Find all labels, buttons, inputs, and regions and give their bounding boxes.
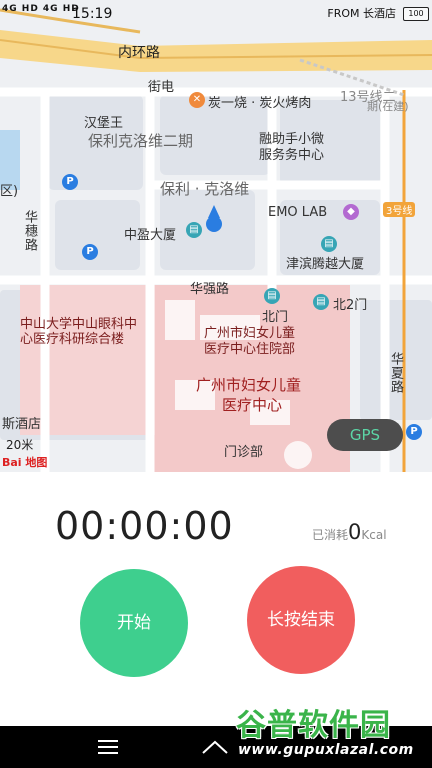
building-icon: ▤ bbox=[186, 222, 202, 238]
restaurant-icon: ✕ bbox=[189, 92, 205, 108]
building-icon: ▤ bbox=[321, 236, 337, 252]
map-label: 医疗中心住院部 bbox=[204, 342, 296, 357]
calorie-label: 已消耗 bbox=[312, 528, 349, 542]
map-label: 心医疗科研综合楼 bbox=[20, 332, 125, 347]
calorie-unit: Kcal bbox=[361, 528, 387, 542]
gate-icon: ▤ bbox=[264, 288, 280, 304]
status-time: 15:19 bbox=[72, 6, 113, 22]
map-label: 区) bbox=[0, 184, 19, 199]
map-view[interactable]: 4G HD 4G HD 15:19 FROM 长酒店 100 内环路 街电 ✕ … bbox=[0, 0, 432, 472]
gps-button[interactable]: GPS bbox=[327, 419, 403, 451]
metro-line-badge: 3号线 bbox=[383, 202, 416, 217]
map-canvas bbox=[0, 0, 432, 472]
calorie-value: 0 bbox=[348, 520, 362, 544]
map-label: 保利 · 克洛维 bbox=[160, 180, 250, 198]
map-label: 华夏路 bbox=[388, 352, 403, 394]
parking-icon: P bbox=[82, 244, 98, 260]
watermark-title: 谷普软件园 bbox=[236, 708, 391, 743]
map-scale: 20米 bbox=[6, 438, 34, 452]
map-label: 中盈大厦 bbox=[124, 228, 177, 243]
map-label: 服务务中心 bbox=[259, 148, 325, 163]
map-label: 汉堡王 bbox=[84, 116, 124, 131]
long-press-stop-button[interactable]: 长按结束 bbox=[247, 566, 355, 674]
map-label: EMO LAB bbox=[268, 205, 328, 220]
watermark-url: www.gupuxlazal.com bbox=[238, 742, 414, 758]
map-label: 华强路 bbox=[190, 282, 230, 297]
parking-icon: P bbox=[62, 174, 78, 190]
map-label: 街电 bbox=[148, 80, 175, 95]
status-bar: 4G HD 4G HD 15:19 FROM 长酒店 100 bbox=[0, 0, 432, 28]
parking-icon: P bbox=[406, 424, 422, 440]
map-label: 广州市妇女儿童 bbox=[196, 376, 302, 394]
map-label: 斯酒店 bbox=[2, 417, 42, 432]
map-label: 期(在建) bbox=[367, 100, 409, 113]
calorie-readout: 已消耗0Kcal bbox=[312, 520, 387, 544]
home-icon[interactable] bbox=[200, 737, 230, 757]
map-label: 门诊部 bbox=[224, 445, 264, 460]
map-label: 保利克洛维二期 bbox=[88, 132, 194, 150]
signal-indicator: 4G HD 4G HD bbox=[2, 4, 80, 14]
watermark: 谷普软件园 www.gupuxlazal.com bbox=[236, 700, 432, 768]
map-label: 华穗路 bbox=[22, 210, 37, 252]
map-label: 北2门 bbox=[333, 298, 368, 313]
menu-icon[interactable] bbox=[98, 740, 118, 754]
shop-icon: ◆ bbox=[343, 204, 359, 220]
gate-icon: ▤ bbox=[313, 294, 329, 310]
elapsed-timer: 00:00:00 bbox=[55, 504, 234, 548]
map-label: 内环路 bbox=[118, 45, 160, 61]
baidu-logo: Bai 地图 bbox=[2, 456, 48, 469]
map-label: 炭一烧 · 炭火烤肉 bbox=[208, 96, 312, 111]
map-label: 津滨腾越大厦 bbox=[286, 257, 365, 272]
map-label: 医疗中心 bbox=[222, 396, 283, 414]
status-location-text: FROM 长酒店 bbox=[327, 7, 396, 20]
battery-icon: 100 bbox=[403, 7, 429, 21]
start-button[interactable]: 开始 bbox=[80, 569, 188, 677]
